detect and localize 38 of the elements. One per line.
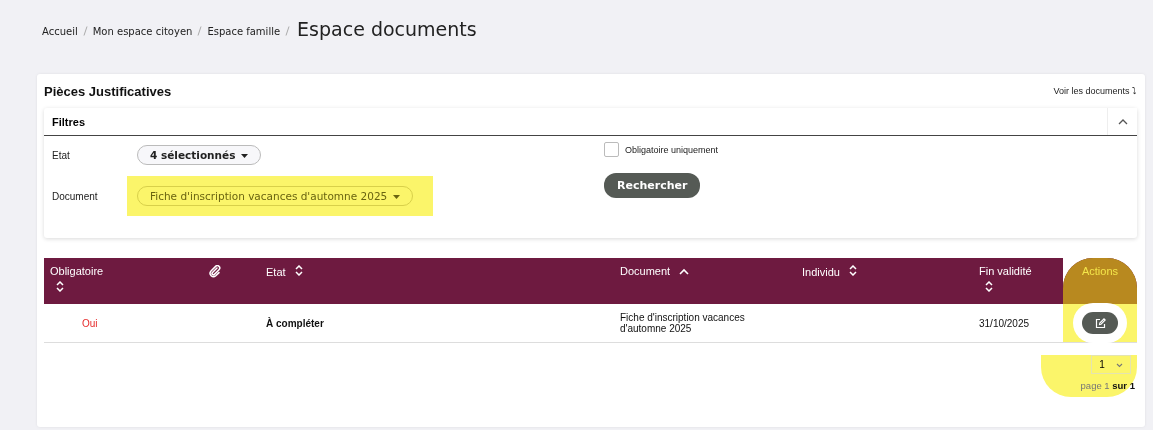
card-title: Pièces Justificatives xyxy=(44,83,172,99)
search-button[interactable]: Rechercher xyxy=(604,173,701,198)
chevron-down-icon xyxy=(1115,362,1123,368)
checkbox[interactable] xyxy=(604,142,619,157)
paperclip-icon xyxy=(209,265,221,278)
page-select[interactable]: 1 xyxy=(1091,355,1131,374)
page-title: Espace documents xyxy=(297,18,477,40)
caret-icon xyxy=(392,195,400,199)
checkbox-label: Obligatoire uniquement xyxy=(625,144,719,155)
edit-icon xyxy=(1094,317,1106,329)
filter-label: Etat xyxy=(52,149,71,161)
sort-icon[interactable] xyxy=(294,265,303,276)
breadcrumb-separator-icon xyxy=(285,26,291,36)
breadcrumb-separator-icon xyxy=(197,26,203,36)
sort-icon[interactable] xyxy=(849,265,857,276)
table-cell: À compléter xyxy=(266,317,324,329)
column-header[interactable]: Fin validité xyxy=(973,258,1063,304)
breadcrumb-separator-icon xyxy=(82,26,88,36)
filter-label: Document xyxy=(52,190,99,202)
breadcrumb-link[interactable]: Mon espace citoyen xyxy=(92,25,193,37)
sort-icon[interactable] xyxy=(56,281,64,292)
table-cell: Oui xyxy=(82,317,98,329)
column-header[interactable]: Individu xyxy=(796,258,973,304)
column-header[interactable]: Document xyxy=(614,258,796,304)
filters-title: Filtres xyxy=(51,115,85,128)
breadcrumb-link[interactable]: Accueil xyxy=(42,25,78,37)
sort-ascending-icon[interactable] xyxy=(679,268,690,275)
table-cell: 31/10/2025 xyxy=(979,317,1030,329)
chevron-icon xyxy=(1117,118,1128,125)
dropdown[interactable]: 4 sélectionnés xyxy=(137,145,262,165)
caret-icon xyxy=(241,154,249,158)
table-cell: Fiche d'inscription vacances d'automne 2025 xyxy=(620,312,745,334)
page-indicator: page 1 sur 1 xyxy=(1080,380,1135,391)
view-documents-link[interactable]: Voir les documents ⤵ xyxy=(1053,86,1137,96)
column-header[interactable]: Obligatoire xyxy=(44,258,203,304)
sort-icon[interactable] xyxy=(985,281,993,292)
column-header[interactable]: Etat xyxy=(260,258,614,304)
breadcrumb-link[interactable]: Espace famille xyxy=(207,25,281,37)
